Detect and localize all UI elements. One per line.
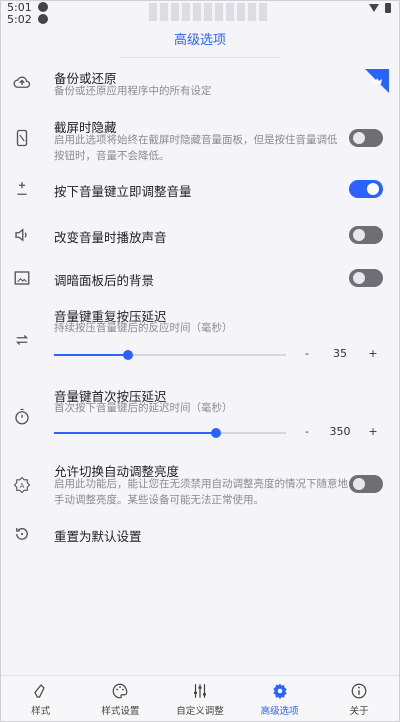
repeat-delay-plus-button[interactable]: + bbox=[366, 347, 380, 360]
nav-item-custom[interactable]: 自定义调整 bbox=[160, 676, 240, 721]
notification-icon bbox=[37, 14, 48, 24]
nav-label: 关于 bbox=[349, 706, 369, 717]
bottom-navigation: 样式 样式设置 自定义调整 高级选项 关于 bbox=[1, 675, 399, 721]
status-row-top: 5:01 bbox=[7, 1, 48, 14]
nav-item-style[interactable]: 样式 bbox=[1, 676, 81, 721]
repeat-delay-slider[interactable] bbox=[54, 350, 286, 360]
slider-thumb[interactable] bbox=[123, 350, 133, 360]
backup-restore-item[interactable]: 备份或还原 备份或还原应用程序中的所有设定 bbox=[1, 63, 399, 103]
svg-text:A: A bbox=[20, 482, 25, 490]
play-sound-title: 改变音量时播放声音 bbox=[54, 230, 167, 245]
notification-strip bbox=[149, 3, 267, 21]
first-delay-desc: 首次按下音量键后的延迟时间（毫秒） bbox=[54, 402, 233, 414]
press-adjust-toggle[interactable] bbox=[349, 180, 383, 198]
plus-minus-icon bbox=[13, 180, 31, 198]
page-header: 高级选项 bbox=[1, 29, 399, 53]
timer-icon bbox=[13, 408, 31, 426]
first-delay-slider[interactable] bbox=[54, 428, 286, 438]
press-adjust-title: 按下音量键立即调整音量 bbox=[54, 184, 192, 199]
nav-item-about[interactable]: 关于 bbox=[319, 676, 399, 721]
nav-item-advanced[interactable]: 高级选项 bbox=[240, 676, 320, 721]
status-time-bottom: 5:02 bbox=[7, 12, 32, 26]
auto-brightness-item[interactable]: A 允许切换自动调整亮度 启用此功能后，能让您在无须禁用自动调整亮度的情况下随意… bbox=[1, 461, 399, 517]
repeat-delay-minus-button[interactable]: - bbox=[301, 347, 313, 360]
auto-brightness-desc: 启用此功能后，能让您在无须禁用自动调整亮度的情况下随意地手动调整亮度。某些设备可… bbox=[54, 478, 348, 506]
dim-background-item[interactable]: 调暗面板后的背景 bbox=[1, 266, 399, 290]
info-icon bbox=[350, 682, 368, 700]
palette-drop-icon bbox=[32, 682, 50, 700]
press-adjust-item[interactable]: 按下音量键立即调整音量 bbox=[1, 177, 399, 201]
slider-fill bbox=[54, 432, 216, 434]
wifi-icon bbox=[369, 4, 379, 12]
slider-thumb[interactable] bbox=[211, 428, 221, 438]
repeat-delay-item: 音量键重复按压延迟 持续按压音量键后的反应时间（毫秒） - 35 + bbox=[1, 306, 399, 366]
play-sound-item[interactable]: 改变音量时播放声音 bbox=[1, 223, 399, 247]
screenshot-icon bbox=[13, 129, 31, 147]
premium-crown-icon bbox=[365, 69, 389, 93]
nav-label: 样式 bbox=[31, 706, 51, 717]
nav-label: 自定义调整 bbox=[176, 706, 224, 717]
gear-icon bbox=[271, 682, 289, 700]
notification-icon bbox=[37, 2, 48, 12]
repeat-delay-desc: 持续按压音量键后的反应时间（毫秒） bbox=[54, 322, 233, 334]
status-indicators bbox=[369, 3, 391, 13]
play-sound-toggle[interactable] bbox=[349, 226, 383, 244]
equalizer-icon bbox=[191, 682, 209, 700]
reset-defaults-item[interactable]: 重置为默认设置 bbox=[1, 523, 399, 545]
nav-label: 高级选项 bbox=[260, 706, 299, 717]
status-bar: 5:01 5:02 bbox=[1, 1, 399, 26]
header-divider bbox=[119, 57, 279, 58]
nav-item-style-settings[interactable]: 样式设置 bbox=[81, 676, 161, 721]
battery-icon bbox=[385, 3, 391, 13]
dim-background-title: 调暗面板后的背景 bbox=[54, 273, 155, 288]
screenshot-toggle[interactable] bbox=[349, 129, 383, 147]
dim-background-toggle[interactable] bbox=[349, 269, 383, 287]
restore-icon bbox=[13, 525, 31, 543]
first-delay-value: 350 bbox=[329, 425, 351, 438]
first-delay-plus-button[interactable]: + bbox=[366, 425, 380, 438]
auto-brightness-toggle[interactable] bbox=[349, 475, 383, 493]
nav-label: 样式设置 bbox=[101, 706, 140, 717]
backup-desc: 备份或还原应用程序中的所有设定 bbox=[54, 85, 212, 97]
first-delay-minus-button[interactable]: - bbox=[301, 425, 313, 438]
slider-fill bbox=[54, 354, 128, 356]
screenshot-hide-item[interactable]: 截屏时隐藏 启用此选项将始终在截屏时隐藏音量面板，但是按住音量调低按钮时，音量不… bbox=[1, 113, 399, 167]
repeat-icon bbox=[13, 331, 31, 349]
status-row-bottom: 5:02 bbox=[7, 12, 48, 26]
palette-icon bbox=[111, 682, 129, 700]
brightness-auto-icon: A bbox=[13, 476, 31, 494]
page-title: 高级选项 bbox=[173, 33, 226, 48]
screenshot-desc: 启用此选项将始终在截屏时隐藏音量面板，但是按住音量调低按钮时，音量不会降低。 bbox=[54, 134, 338, 162]
texture-icon bbox=[13, 269, 31, 287]
cloud-upload-icon bbox=[13, 73, 31, 91]
repeat-delay-value: 35 bbox=[333, 347, 347, 360]
speaker-icon bbox=[13, 226, 31, 244]
first-delay-item: 音量键首次按压延迟 首次按下音量键后的延迟时间（毫秒） - 350 + bbox=[1, 386, 399, 446]
reset-title: 重置为默认设置 bbox=[54, 529, 142, 544]
